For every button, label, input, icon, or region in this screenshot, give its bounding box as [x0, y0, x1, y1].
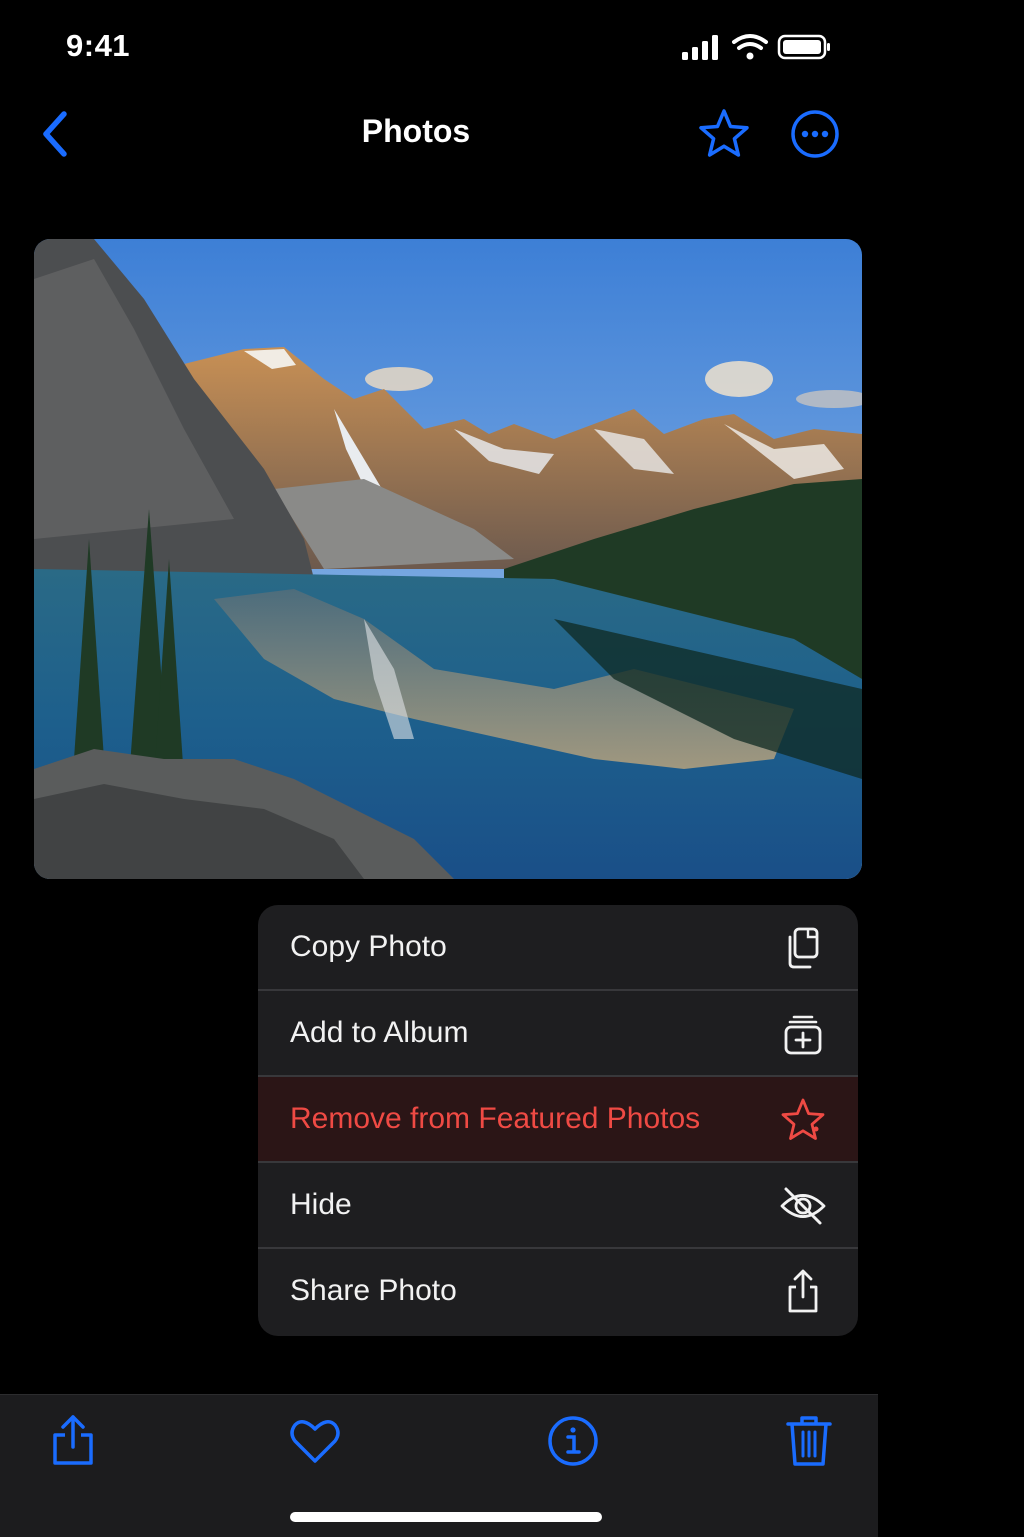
eye-slash-icon [780, 1187, 826, 1225]
menu-item-add-to-album[interactable]: Add to Album [258, 991, 858, 1077]
menu-item-copy-photo[interactable]: Copy Photo [258, 905, 858, 991]
delete-button[interactable] [781, 1413, 837, 1469]
status-time: 9:41 [66, 28, 131, 63]
battery-icon [777, 34, 830, 60]
cellular-signal-icon [682, 35, 718, 60]
favorite-button[interactable] [697, 108, 751, 160]
menu-item-label: Copy Photo [290, 930, 447, 963]
favorite-heart-button[interactable] [287, 1413, 343, 1469]
star-remove-icon [781, 1098, 825, 1140]
status-icons [682, 32, 832, 66]
menu-item-label: Share Photo [290, 1274, 457, 1307]
page-title: Photos [361, 113, 471, 149]
chevron-left-icon [43, 111, 67, 157]
info-icon [548, 1416, 598, 1466]
background-margin [878, 0, 1024, 1536]
menu-item-label: Add to Album [290, 1016, 469, 1049]
more-button[interactable] [790, 109, 840, 159]
wifi-icon [732, 34, 768, 60]
share-icon [53, 1415, 93, 1465]
landscape-photo [34, 239, 862, 879]
share-button[interactable] [45, 1413, 101, 1469]
photo-preview[interactable] [34, 239, 862, 879]
bottom-toolbar [0, 1394, 878, 1537]
back-button[interactable] [36, 108, 76, 160]
share-icon [788, 1269, 818, 1313]
heart-icon [290, 1420, 340, 1463]
trash-icon [786, 1416, 832, 1466]
photos-screen: 9:41 Photos Copy Photo Add to Album Remo… [0, 0, 878, 1537]
add-to-album-icon [784, 1015, 822, 1055]
home-indicator[interactable] [290, 1512, 602, 1522]
menu-item-share-photo[interactable]: Share Photo [258, 1249, 858, 1335]
menu-item-hide[interactable]: Hide [258, 1163, 858, 1249]
star-outline-icon [699, 109, 749, 157]
info-button[interactable] [545, 1413, 601, 1469]
context-menu: Copy Photo Add to Album Remove from Feat… [258, 905, 858, 1336]
ellipsis-circle-icon [791, 110, 839, 158]
menu-item-label: Hide [290, 1188, 352, 1221]
copy-icon [788, 927, 819, 969]
menu-item-remove-from-featured[interactable]: Remove from Featured Photos [258, 1077, 858, 1163]
menu-item-label: Remove from Featured Photos [290, 1102, 701, 1135]
